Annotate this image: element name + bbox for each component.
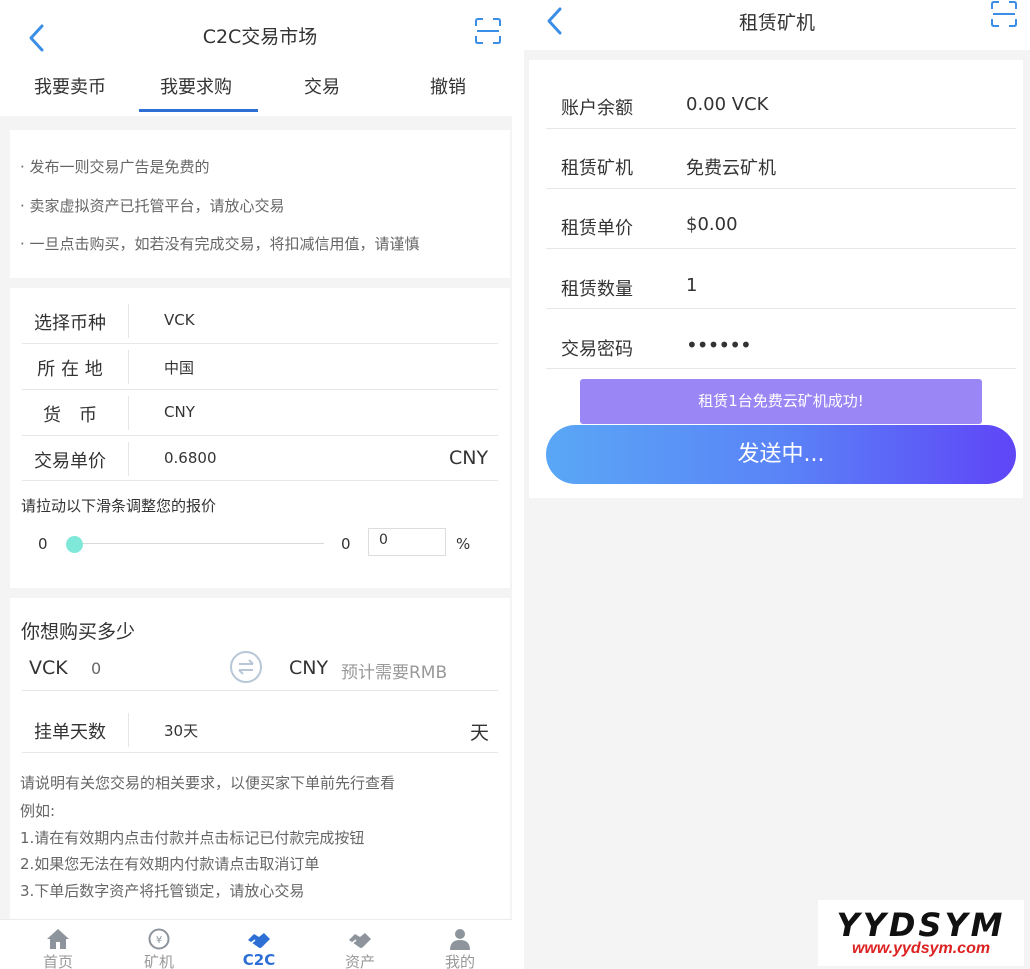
description-line: 2.如果您无法在有效期内付款请点击取消订单 bbox=[20, 855, 320, 873]
rent-form-card: 账户余额 0.00 VCK 租赁矿机 免费云矿机 租赁单价 $0.00 租赁数量… bbox=[529, 60, 1023, 498]
c2c-market-screen: C2C交易市场 我要卖币 我要求购 交易 撤销 · 发布一则交易广告是免费的 ·… bbox=[0, 0, 512, 969]
tab-trade[interactable]: 交易 bbox=[258, 72, 386, 116]
miner-value: 免费云矿机 bbox=[686, 158, 776, 179]
nav-assets[interactable]: 资产 bbox=[310, 920, 410, 969]
percent-unit: % bbox=[456, 535, 471, 553]
days-label: 挂单天数 bbox=[34, 722, 106, 743]
location-label: 所 在 地 bbox=[37, 359, 103, 380]
divider bbox=[22, 389, 498, 390]
notice-escrow: · 卖家虚拟资产已托管平台，请放心交易 bbox=[20, 197, 285, 215]
nav-assets-label: 资产 bbox=[344, 953, 375, 969]
nav-home-label: 首页 bbox=[42, 953, 73, 969]
coin-select[interactable]: VCK bbox=[164, 311, 195, 329]
divider bbox=[128, 442, 129, 476]
success-toast: 租赁1台免费云矿机成功! bbox=[580, 379, 982, 424]
divider bbox=[22, 435, 498, 436]
nav-miner-label: 矿机 bbox=[143, 953, 174, 969]
location-field[interactable]: 中国 bbox=[164, 357, 194, 378]
watermark-logo: YYDSYM www.yydsym.com bbox=[818, 900, 1024, 966]
slider-min-label: 0 bbox=[38, 535, 48, 553]
buy-heading: 你想购买多少 bbox=[21, 621, 136, 643]
divider bbox=[546, 308, 1016, 309]
description-line: 请说明有关您交易的相关要求，以便买家下单前先行查看 bbox=[20, 774, 396, 792]
divider bbox=[22, 752, 498, 753]
swap-icon[interactable] bbox=[229, 650, 263, 684]
divider bbox=[128, 396, 129, 430]
divider bbox=[22, 690, 498, 691]
tab-sell[interactable]: 我要卖币 bbox=[6, 72, 134, 116]
nav-home[interactable]: 首页 bbox=[8, 920, 108, 969]
header-bar: C2C交易市场 bbox=[0, 0, 512, 72]
divider bbox=[546, 248, 1016, 249]
home-icon bbox=[47, 929, 69, 949]
nav-c2c-label: C2C bbox=[242, 951, 276, 969]
days-input[interactable]: 30天 bbox=[164, 720, 198, 741]
svg-text:¥: ¥ bbox=[156, 935, 162, 946]
currency-label: 货 币 bbox=[43, 405, 97, 426]
unit-price-value: $0.00 bbox=[686, 214, 738, 235]
rent-miner-screen: 租赁矿机 账户余额 0.00 VCK 租赁矿机 免费云矿机 租赁单价 $0.00… bbox=[524, 0, 1030, 969]
slider-hint: 请拉动以下滑条调整您的报价 bbox=[21, 497, 217, 515]
balance-label: 账户余额 bbox=[561, 98, 633, 119]
notice-free: · 发布一则交易广告是免费的 bbox=[20, 158, 210, 176]
divider bbox=[22, 480, 498, 481]
divider bbox=[128, 713, 129, 747]
notice-credit: · 一旦点击购买，如若没有完成交易，将扣减信用值，请谨慎 bbox=[20, 235, 420, 253]
send-button[interactable]: 发送中... bbox=[546, 425, 1016, 484]
nav-me-label: 我的 bbox=[444, 953, 475, 969]
price-slider-track[interactable] bbox=[66, 543, 324, 544]
page-title: C2C交易市场 bbox=[202, 26, 318, 48]
scan-icon[interactable] bbox=[990, 0, 1018, 28]
header-bar: 租赁矿机 bbox=[524, 0, 1030, 50]
buy-fiat-label: CNY bbox=[289, 657, 329, 679]
trade-password-input[interactable]: •••••• bbox=[686, 333, 752, 357]
miner-label: 租赁矿机 bbox=[561, 158, 633, 179]
price-slider-handle[interactable] bbox=[66, 536, 83, 553]
percent-input[interactable]: 0 bbox=[368, 528, 446, 556]
buy-coin-label: VCK bbox=[29, 657, 68, 679]
buy-amount-input[interactable]: 0 bbox=[91, 659, 101, 678]
price-label: 交易单价 bbox=[34, 451, 106, 472]
slider-value-label: 0 bbox=[341, 535, 351, 553]
description-line: 3.下单后数字资产将托管锁定，请放心交易 bbox=[20, 882, 305, 900]
description-line: 1.请在有效期内点击付款并点击标记已付款完成按钮 bbox=[20, 829, 365, 847]
divider bbox=[22, 343, 498, 344]
price-input[interactable]: 0.6800 bbox=[164, 449, 217, 467]
balance-value: 0.00 VCK bbox=[686, 94, 769, 115]
trade-password-label: 交易密码 bbox=[561, 339, 633, 360]
divider bbox=[128, 350, 129, 384]
page-title: 租赁矿机 bbox=[738, 12, 815, 34]
watermark-url: www.yydsym.com bbox=[851, 940, 991, 957]
tab-bar: 我要卖币 我要求购 交易 撤销 bbox=[0, 72, 512, 116]
coin-label: 选择币种 bbox=[34, 313, 106, 334]
assets-icon bbox=[349, 933, 371, 948]
days-unit: 天 bbox=[470, 722, 490, 744]
handshake-icon bbox=[248, 933, 270, 948]
divider bbox=[128, 304, 129, 338]
nav-me[interactable]: 我的 bbox=[410, 920, 510, 969]
currency-field[interactable]: CNY bbox=[164, 403, 195, 421]
tab-buy[interactable]: 我要求购 bbox=[132, 72, 260, 116]
tab-cancel[interactable]: 撤销 bbox=[384, 72, 512, 116]
divider bbox=[546, 128, 1016, 129]
miner-coin-icon: ¥ bbox=[148, 928, 170, 950]
nav-c2c[interactable]: C2C bbox=[209, 920, 309, 969]
fiat-amount-input[interactable]: 预计需要RMB bbox=[341, 658, 447, 683]
divider bbox=[546, 368, 1016, 369]
description-line: 例如: bbox=[20, 802, 56, 820]
price-unit: CNY bbox=[449, 447, 489, 469]
watermark-title: YYDSYM bbox=[836, 906, 1006, 944]
unit-price-label: 租赁单价 bbox=[561, 218, 633, 239]
nav-miner[interactable]: ¥ 矿机 bbox=[109, 920, 209, 969]
quantity-input[interactable]: 1 bbox=[686, 275, 697, 296]
user-icon bbox=[450, 929, 470, 950]
bottom-nav: 首页 ¥ 矿机 C2C 资产 我的 bbox=[0, 919, 512, 969]
quantity-label: 租赁数量 bbox=[561, 279, 633, 300]
divider bbox=[546, 188, 1016, 189]
scan-icon[interactable] bbox=[474, 17, 502, 45]
